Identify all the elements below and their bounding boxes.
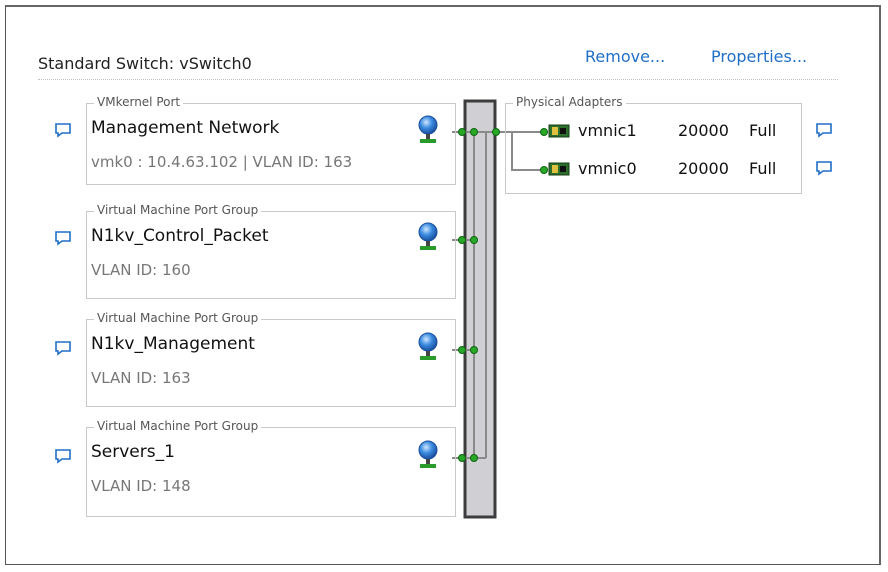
physical-adapters-label: Physical Adapters [513, 95, 626, 109]
port-group-n1kv-control-packet[interactable]: Virtual Machine Port Group N1kv_Control_… [86, 203, 456, 299]
adapter-duplex: Full [749, 159, 777, 178]
port-group-detail: VLAN ID: 160 [91, 261, 191, 279]
comment-icon[interactable] [54, 229, 72, 247]
adapter-name: vmnic0 [578, 159, 637, 178]
port-group-n1kv-management[interactable]: Virtual Machine Port Group N1kv_Manageme… [86, 311, 456, 407]
comment-icon[interactable] [815, 159, 833, 177]
adapter-row-vmnic0[interactable]: vmnic0 20000 Full [548, 159, 798, 181]
adapter-speed: 20000 [678, 121, 729, 140]
adapter-name: vmnic1 [578, 121, 637, 140]
port-group-kind: Virtual Machine Port Group [94, 311, 262, 325]
comment-icon[interactable] [54, 339, 72, 357]
port-group-name: Servers_1 [91, 442, 175, 462]
port-group-detail: vmk0 : 10.4.63.102 | VLAN ID: 163 [91, 153, 353, 171]
adapter-row-vmnic1[interactable]: vmnic1 20000 Full [548, 121, 798, 143]
port-group-name: N1kv_Control_Packet [91, 226, 269, 246]
port-group-kind: Virtual Machine Port Group [94, 203, 262, 217]
network-adapter-icon [548, 124, 570, 138]
network-adapter-icon [548, 162, 570, 176]
port-group-detail: VLAN ID: 148 [91, 477, 191, 495]
port-group-name: Management Network [91, 118, 280, 138]
port-group-name: N1kv_Management [91, 334, 255, 354]
comment-icon[interactable] [815, 121, 833, 139]
comment-icon[interactable] [54, 447, 72, 465]
port-group-kind: VMkernel Port [94, 95, 184, 109]
port-group-detail: VLAN ID: 163 [91, 369, 191, 387]
port-group-servers-1[interactable]: Virtual Machine Port Group Servers_1 VLA… [86, 419, 456, 517]
comment-icon[interactable] [54, 121, 72, 139]
adapter-duplex: Full [749, 121, 777, 140]
port-group-kind: Virtual Machine Port Group [94, 419, 262, 433]
adapter-speed: 20000 [678, 159, 729, 178]
port-group-management-network[interactable]: VMkernel Port Management Network vmk0 : … [86, 95, 456, 185]
switch-bar [463, 99, 497, 519]
